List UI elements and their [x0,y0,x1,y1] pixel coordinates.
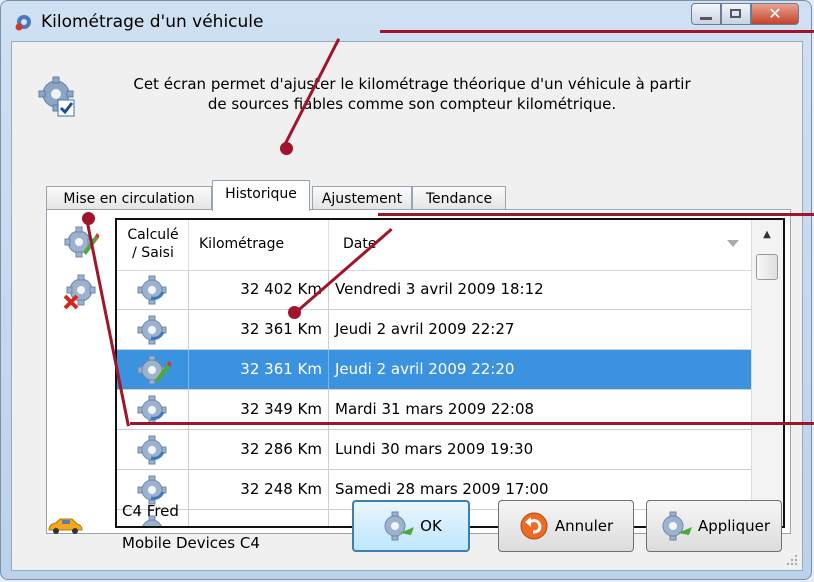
row-date-cell: Vendredi 3 avril 2009 18:12 [335,280,544,298]
gear-check-icon [38,76,75,117]
minimize-icon [700,17,712,20]
ok-button[interactable]: OK [352,500,470,552]
app-gear-icon [15,15,31,31]
table-row[interactable]: 32 286 Km Lundi 30 mars 2009 19:30 [117,430,751,470]
table-row[interactable]: 32 402 Km Vendredi 3 avril 2009 18:12 [117,270,751,310]
row-date-cell: Jeudi 2 avril 2009 22:20 [335,360,515,378]
table-header: Calculé / Saisi Kilométrage Date [117,220,751,271]
cancel-button[interactable]: Annuler [498,500,634,552]
tab-tendance[interactable]: Tendance [412,186,506,210]
row-source-cell [117,270,189,309]
apply-label: Appliquer [697,517,771,535]
tab-mise-en-circulation[interactable]: Mise en circulation [46,186,212,210]
callout-line-edit-h [130,422,814,425]
maximize-button[interactable] [721,3,751,25]
apply-button[interactable]: Appliquer [646,500,782,552]
close-icon: ✕ [768,4,782,23]
column-header-source[interactable]: Calculé / Saisi [117,220,189,270]
screen-description: Cet écran permet d'ajuster le kilométrag… [133,75,691,113]
row-km-cell: 32 248 Km [189,470,329,509]
gear-apply-icon [662,511,692,541]
row-source-cell [117,430,189,469]
calculated-gear-icon [137,275,167,305]
table-row[interactable]: 32 361 Km Jeudi 2 avril 2009 22:20 [117,350,751,390]
source-header-label: Calculé / Saisi [127,227,179,261]
callout-dot-km [288,306,301,319]
vertical-scrollbar[interactable]: ▲ ▼ [751,220,783,526]
calculated-gear-icon [137,435,167,465]
maximize-icon [730,9,741,18]
row-date-cell: Lundi 30 mars 2009 19:30 [335,440,534,458]
callout-dot-edit [82,212,95,225]
delete-entry-icon[interactable] [63,274,99,310]
calculated-gear-icon [137,315,167,345]
scroll-thumb[interactable] [756,254,778,280]
row-km-cell: 32 361 Km [189,310,329,349]
column-header-km[interactable]: Kilométrage [189,220,329,270]
window-title: Kilométrage d'un véhicule [41,12,264,32]
dialog-client-area: Cet écran permet d'ajuster le kilométrag… [11,41,803,571]
row-source-cell [117,310,189,349]
sort-chevron-icon [727,240,739,247]
callout-line-km-h [378,213,814,216]
gear-ok-icon [384,511,415,541]
tab-ajustement[interactable]: Ajustement [312,186,412,210]
car-icon [48,518,83,534]
callout-line-tabs-h [380,30,814,33]
vehicle-device: Mobile Devices C4 [122,534,260,552]
table-row[interactable]: 32 361 Km Jeudi 2 avril 2009 22:27 [117,310,751,350]
ok-label: OK [420,517,442,535]
km-header-label: Kilométrage [199,236,285,252]
row-source-cell [117,350,189,389]
minimize-button[interactable] [691,3,721,25]
dialog-window: Kilométrage d'un véhicule ✕ Cet écran pe… [0,0,812,580]
row-km-cell [189,510,329,526]
title-bar[interactable]: Kilométrage d'un véhicule ✕ [1,1,811,41]
window-controls: ✕ [691,3,799,29]
vehicle-name: C4 Fred [122,502,179,520]
resize-grip-icon[interactable] [784,552,798,566]
historique-panel: Calculé / Saisi Kilométrage Date 32 402 … [46,209,791,534]
cancel-label: Annuler [554,517,614,535]
scroll-up-button[interactable]: ▲ [754,222,780,248]
tab-historique[interactable]: Historique [212,180,310,211]
row-date-cell: Jeudi 2 avril 2009 22:27 [335,320,515,338]
history-table: Calculé / Saisi Kilométrage Date 32 402 … [115,218,785,528]
row-km-cell: 32 286 Km [189,430,329,469]
row-km-cell: 32 361 Km [189,350,329,389]
close-button[interactable]: ✕ [751,3,799,25]
manual-entry-gear-icon [137,355,171,385]
callout-dot-tabs [280,142,293,155]
undo-icon [520,512,548,540]
column-header-date[interactable]: Date [329,220,751,270]
